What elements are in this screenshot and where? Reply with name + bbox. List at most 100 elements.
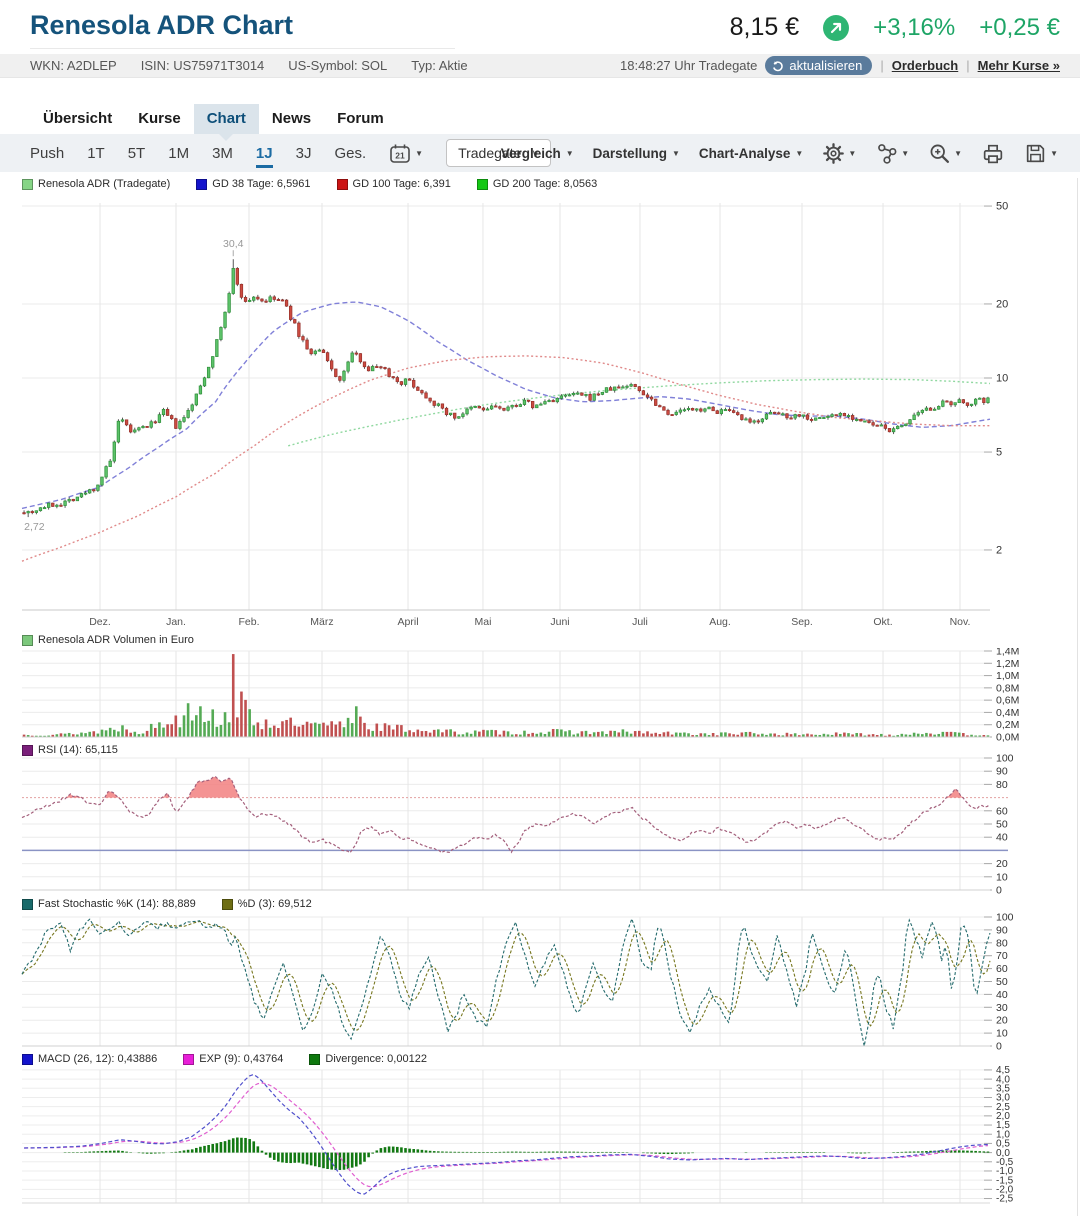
refresh-icon	[773, 60, 784, 71]
svg-text:80: 80	[996, 937, 1008, 949]
range-1t[interactable]: 1T	[87, 145, 105, 162]
share-nodes-icon	[878, 143, 897, 164]
svg-text:20: 20	[996, 858, 1008, 870]
volume-legend: Renesola ADR Volumen in Euro	[22, 634, 194, 646]
range-ges[interactable]: Ges.	[334, 145, 366, 162]
svg-text:0,4M: 0,4M	[996, 707, 1019, 719]
series-swatch	[22, 178, 33, 190]
volume-chart-canvas[interactable]: 1,4M1,2M1,0M0,8M0,6M0,4M0,2M0,0M	[0, 648, 1080, 748]
range-1j[interactable]: 1J	[255, 145, 273, 168]
chevron-down-icon: ▼	[415, 148, 424, 158]
orderbuch-link[interactable]: Orderbuch	[892, 58, 958, 73]
chart-tools: Vergleich ▼ Darstellung ▼ Chart-Analyse ▼	[501, 134, 1058, 172]
tab-chart[interactable]: Chart	[193, 104, 259, 141]
svg-text:2: 2	[996, 544, 1002, 556]
svg-text:1,2M: 1,2M	[996, 658, 1019, 670]
legend-item: GD 38 Tage: 6,5961	[196, 178, 311, 190]
save-icon	[1026, 144, 1045, 162]
svg-text:0,0M: 0,0M	[996, 732, 1019, 744]
tab-uebersicht[interactable]: Übersicht	[30, 104, 125, 134]
svg-text:40: 40	[996, 989, 1008, 1001]
svg-text:0,6M: 0,6M	[996, 695, 1019, 707]
svg-text:-2,5: -2,5	[996, 1194, 1014, 1205]
svg-text:10: 10	[996, 1028, 1008, 1040]
svg-text:50: 50	[996, 201, 1008, 213]
stochastic-legend: Fast Stochastic %K (14): 88,889 %D (3): …	[22, 898, 312, 910]
calendar-button[interactable]: 21 ▼	[389, 143, 423, 164]
series-swatch	[221, 898, 233, 910]
svg-text:50: 50	[996, 819, 1008, 831]
instrument-info: WKN: A2DLEP ISIN: US75971T3014 US-Symbol…	[30, 54, 468, 77]
chart-toolbar: Push 1T 5T 1M 3M 1J 3J Ges. 21 ▼ Tradega…	[0, 134, 1080, 172]
tab-forum[interactable]: Forum	[324, 104, 397, 134]
vergleich-menu[interactable]: Vergleich ▼	[501, 146, 574, 161]
svg-text:40: 40	[996, 832, 1008, 844]
svg-text:0: 0	[996, 1041, 1002, 1053]
indicators-button[interactable]: ▼	[875, 142, 909, 165]
range-controls: Push 1T 5T 1M 3M 1J 3J Ges. 21 ▼ Tradega…	[30, 134, 552, 172]
darstellung-menu[interactable]: Darstellung ▼	[593, 146, 680, 161]
save-button[interactable]: ▼	[1024, 142, 1058, 165]
chart-analyse-menu[interactable]: Chart-Analyse ▼	[699, 146, 803, 161]
chevron-down-icon: ▼	[901, 148, 910, 158]
series-swatch	[476, 178, 488, 190]
svg-text:1,4M: 1,4M	[996, 648, 1019, 658]
svg-text:60: 60	[996, 805, 1008, 817]
range-3j[interactable]: 3J	[296, 145, 312, 162]
svg-text:70: 70	[996, 950, 1008, 962]
svg-text:Juli: Juli	[632, 616, 648, 628]
svg-text:Feb.: Feb.	[238, 616, 259, 628]
svg-text:März: März	[310, 616, 333, 628]
price-chart-canvas[interactable]: 50 20 10 5 2 Dez. Jan. Feb. März April Mai Juni Juli…	[0, 195, 1080, 635]
up-right-arrow-icon	[823, 14, 850, 41]
refresh-button[interactable]: aktualisieren	[765, 56, 873, 75]
range-push[interactable]: Push	[30, 145, 64, 162]
svg-text:Sep.: Sep.	[791, 616, 813, 628]
chevron-down-icon: ▼	[795, 148, 804, 158]
svg-text:20: 20	[996, 1015, 1008, 1027]
svg-text:21: 21	[395, 150, 405, 160]
print-button[interactable]	[981, 142, 1005, 165]
series-swatch	[22, 898, 33, 910]
stochastic-chart-canvas[interactable]: 1009080706050403020100	[0, 910, 1080, 1052]
tab-news[interactable]: News	[259, 104, 324, 134]
change-absolute: +0,25 €	[979, 13, 1060, 41]
legend-item: Renesola ADR (Tradegate)	[22, 178, 170, 190]
isin-label: ISIN: US75971T3014	[140, 58, 265, 73]
svg-text:5: 5	[996, 447, 1002, 459]
svg-text:100: 100	[996, 753, 1014, 765]
settings-button[interactable]: ▼	[822, 142, 856, 165]
svg-text:Jan.: Jan.	[166, 616, 186, 628]
price-row: 8,15 € +3,16% +0,25 €	[730, 13, 1060, 42]
zoom-in-icon	[930, 144, 950, 163]
svg-text:90: 90	[996, 766, 1008, 778]
svg-text:20: 20	[996, 298, 1008, 310]
svg-text:2,72: 2,72	[24, 521, 45, 533]
legend-item: Renesola ADR Volumen in Euro	[22, 634, 194, 646]
svg-text:0: 0	[996, 885, 1002, 896]
svg-text:10: 10	[996, 871, 1008, 883]
legend-item: GD 100 Tage: 6,391	[336, 178, 451, 190]
wkn-label: WKN: A2DLEP	[30, 58, 117, 73]
rsi-chart-canvas[interactable]: 100908060504020100	[0, 752, 1080, 895]
legend-item: GD 200 Tage: 8,0563	[476, 178, 597, 190]
series-swatch	[196, 178, 208, 190]
current-price: 8,15 €	[729, 13, 800, 41]
macd-chart-canvas[interactable]: 4,54,03,53,02,52,01,51,00,50,0-0,5-1,0-1…	[0, 1063, 1080, 1215]
tab-kurse[interactable]: Kurse	[125, 104, 194, 134]
chevron-down-icon: ▼	[954, 148, 963, 158]
svg-text:1,0M: 1,0M	[996, 670, 1019, 682]
legend-item: %D (3): 69,512	[221, 898, 312, 910]
svg-text:0,8M: 0,8M	[996, 682, 1019, 694]
svg-text:Juni: Juni	[550, 616, 569, 628]
mehr-kurse-link[interactable]: Mehr Kurse »	[978, 58, 1060, 73]
range-5t[interactable]: 5T	[128, 145, 146, 162]
quote-meta: 18:48:27 Uhr Tradegate aktualisieren | O…	[620, 54, 1060, 77]
svg-text:50: 50	[996, 976, 1008, 988]
zoom-button[interactable]: ▼	[928, 142, 962, 165]
chevron-down-icon: ▼	[565, 148, 574, 158]
calendar-icon: 21	[390, 144, 410, 163]
main-chart-legend: Renesola ADR (Tradegate) GD 38 Tage: 6,5…	[22, 178, 597, 190]
range-1m[interactable]: 1M	[168, 145, 189, 162]
page: Renesola ADR Chart 8,15 € +3,16% +0,25 €…	[0, 0, 1080, 1224]
